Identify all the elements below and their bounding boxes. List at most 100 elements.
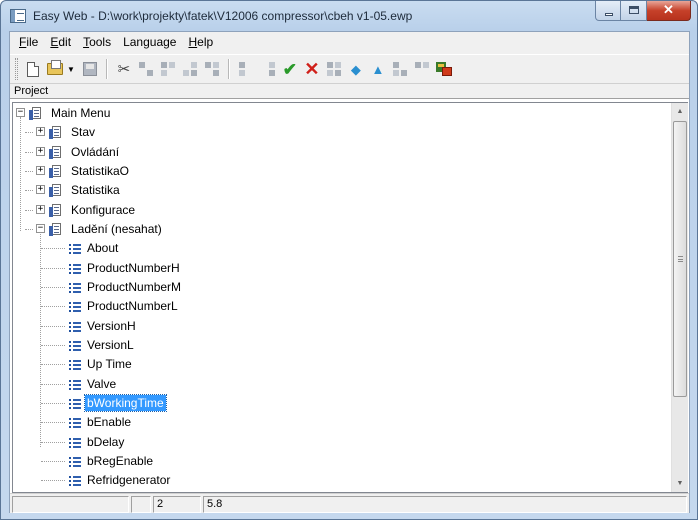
copy-button[interactable] — [135, 58, 157, 80]
tree-guide-line — [41, 306, 65, 308]
tree-item-label: Valve — [87, 376, 117, 391]
add-list-icon — [261, 62, 275, 76]
tree-item[interactable]: ProductNumberM — [85, 278, 183, 297]
tree-folder[interactable]: Ovládání — [69, 143, 121, 162]
menu-file[interactable]: File — [13, 33, 44, 52]
paste-special-button[interactable] — [179, 58, 201, 80]
menu-language-label: Language — [123, 35, 177, 49]
expand-icon[interactable]: + — [36, 127, 45, 137]
vertical-scrollbar[interactable]: ▲ ▼ — [671, 103, 688, 492]
properties-button[interactable] — [323, 58, 345, 80]
tree-item[interactable]: Valve — [85, 375, 118, 394]
save-button[interactable] — [79, 58, 101, 80]
tree-item-label: bEnable — [87, 415, 132, 430]
list-item-icon — [69, 475, 81, 487]
tree-folder[interactable]: Statistika — [69, 181, 122, 200]
list-item-icon — [69, 456, 81, 468]
caption-buttons: ✕ — [595, 1, 691, 21]
tree-guide-line — [25, 190, 33, 192]
tree-item[interactable]: bWorkingTime — [84, 393, 167, 413]
close-button[interactable]: ✕ — [647, 1, 691, 21]
tree-item[interactable]: bEnable — [85, 413, 133, 432]
tree-item[interactable]: ProductNumberH — [85, 259, 182, 278]
cut-button[interactable]: ✂ — [113, 58, 135, 80]
new-button[interactable] — [22, 58, 44, 80]
toolbar: ▼ ✂ ✔ ✕ ◆ ▲ — [10, 54, 689, 84]
expand-icon[interactable]: + — [36, 165, 45, 175]
tree-guide-line — [25, 228, 33, 230]
tree-guide-line — [41, 267, 65, 269]
paste-button[interactable] — [157, 58, 179, 80]
tree-item[interactable]: Up Time — [85, 355, 134, 374]
check-icon: ✔ — [282, 59, 298, 79]
list-item-icon — [69, 340, 81, 352]
menu-folder-icon — [29, 106, 42, 121]
scroll-up-icon[interactable]: ▲ — [672, 103, 688, 120]
menu-edit-label: dit — [58, 35, 72, 49]
tree-item-label: bWorkingTime — [84, 393, 167, 412]
tree-item[interactable]: bRegEnable — [85, 452, 155, 471]
expand-icon[interactable]: + — [36, 146, 45, 156]
list-item-icon — [69, 263, 81, 275]
pane-header: Project — [10, 85, 689, 99]
menu-language[interactable]: Language — [117, 33, 182, 52]
menu-tools[interactable]: Tools — [77, 33, 117, 52]
tree-guide-line — [41, 383, 65, 385]
collapse-icon[interactable]: − — [16, 108, 25, 117]
expand-icon[interactable]: + — [36, 204, 45, 214]
collapse-icon[interactable]: − — [36, 223, 45, 233]
tree-guide-line — [40, 231, 41, 447]
tree-item[interactable]: Refridgenerator — [85, 471, 172, 490]
move-up-button[interactable]: ▲ — [367, 58, 389, 80]
paste-icon — [160, 62, 175, 76]
tree-guide-line — [25, 132, 33, 134]
tree-item-label: VersionH — [87, 318, 136, 333]
add-list-button[interactable] — [257, 58, 279, 80]
tree-folder-label: Statistika — [71, 183, 120, 198]
thumb-grip-icon — [678, 256, 683, 262]
tree-guide-line — [41, 460, 65, 462]
menu-help[interactable]: Help — [182, 33, 219, 52]
tree-folder[interactable]: Konfigurace — [69, 201, 137, 220]
app-icon[interactable] — [10, 9, 26, 23]
tree-folder-label: Ovládání — [71, 144, 120, 159]
tree-item-label: Refridgenerator — [87, 473, 171, 488]
tree-item[interactable]: VersionL — [85, 336, 136, 355]
toolbar-grip[interactable] — [15, 58, 18, 80]
move-down-button[interactable]: ◆ — [345, 58, 367, 80]
add-item-button[interactable] — [235, 58, 257, 80]
tree-guide-line — [20, 117, 21, 231]
accept-button[interactable]: ✔ — [279, 58, 301, 80]
open-dropdown-arrow-icon[interactable]: ▼ — [67, 65, 75, 74]
tree-item[interactable]: VersionH — [85, 317, 138, 336]
tree-folder[interactable]: Ladění (nesahat) — [69, 220, 164, 239]
paste-special-icon — [182, 62, 197, 76]
open-button[interactable] — [44, 58, 66, 80]
scroll-down-icon[interactable]: ▼ — [672, 475, 688, 492]
outdent-button[interactable] — [411, 58, 433, 80]
tree-guide-line — [41, 402, 65, 404]
tree-item[interactable]: About — [85, 239, 120, 258]
export-button[interactable] — [433, 58, 455, 80]
expand-icon[interactable]: + — [36, 185, 45, 195]
tree-item[interactable]: bDelay — [85, 433, 126, 452]
tree-folder[interactable]: StatistikaO — [69, 162, 131, 181]
app-window: Easy Web - D:\work\projekty\fatek\V12006… — [0, 0, 698, 520]
menu-edit[interactable]: Edit — [44, 33, 77, 52]
menu-help-accel: H — [188, 35, 198, 49]
status-cell-1 — [12, 496, 129, 513]
tree-folder[interactable]: Stav — [69, 123, 97, 142]
minimize-button[interactable] — [595, 1, 621, 21]
delete-button[interactable]: ✕ — [301, 58, 323, 80]
maximize-button[interactable] — [621, 1, 647, 21]
tree-item-label: About — [87, 241, 119, 256]
tree-node-main-menu[interactable]: Main Menu — [49, 104, 112, 123]
duplicate-button[interactable] — [201, 58, 223, 80]
list-item-icon — [69, 359, 81, 371]
tree-item-label: Up Time — [87, 357, 132, 372]
indent-button[interactable] — [389, 58, 411, 80]
tree-item[interactable]: ProductNumberL — [85, 297, 180, 316]
scroll-thumb[interactable] — [673, 121, 687, 397]
title-bar[interactable]: Easy Web - D:\work\projekty\fatek\V12006… — [1, 1, 697, 31]
tree-view[interactable]: − Main Menu + Stav + Ovládání + StatistikaO + Sta… — [12, 102, 688, 493]
